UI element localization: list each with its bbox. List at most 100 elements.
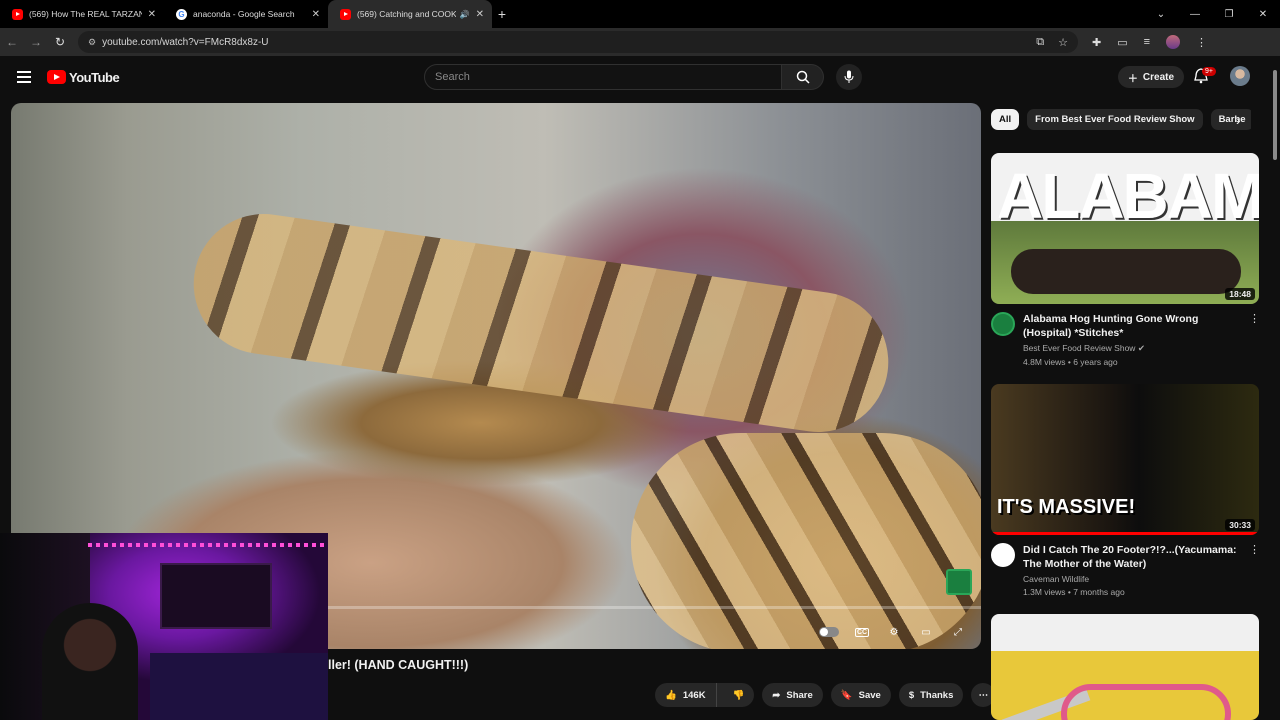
google-favicon-icon: G	[176, 8, 187, 20]
thumbs-up-icon: 👍	[665, 689, 677, 701]
thumbnail-text: ALABAMA	[997, 160, 1259, 232]
profile-avatar-icon[interactable]	[1166, 35, 1181, 49]
close-tab-icon[interactable]: ✕	[312, 9, 320, 20]
channel-avatar[interactable]	[991, 543, 1015, 567]
share-label: Share	[786, 689, 813, 701]
related-filter-chips: All From Best Ever Food Review Show Barb…	[991, 109, 1251, 130]
theater-mode-icon[interactable]: ▭	[917, 625, 935, 639]
chip-from-channel[interactable]: From Best Ever Food Review Show	[1027, 109, 1203, 130]
bookmark-star-icon[interactable]: ☆	[1058, 36, 1068, 49]
scrollbar-thumb[interactable]	[1273, 70, 1277, 160]
browser-menu-icon[interactable]: ⋮	[1196, 36, 1207, 49]
restore-icon[interactable]: ❐	[1212, 9, 1246, 20]
channel-name[interactable]: Best Ever Food Review Show ✔	[1023, 343, 1249, 354]
browser-tab-1[interactable]: (569) How The REAL TARZAN N ✕	[0, 0, 164, 28]
window-controls: ⌄ — ❐ ✕	[1144, 0, 1280, 28]
thumbnail-text: IT'S MASSIVE!	[997, 496, 1136, 518]
verified-check-icon: ✔	[1137, 343, 1145, 353]
menu-icon[interactable]	[17, 71, 31, 83]
notification-badge: 9+	[1202, 67, 1216, 76]
minimize-icon[interactable]: —	[1178, 9, 1212, 20]
video-stats: 4.8M views • 6 years ago	[1023, 357, 1118, 367]
dislike-button[interactable]: 👎	[723, 690, 755, 701]
close-tab-icon[interactable]: ✕	[148, 9, 156, 20]
search-icon	[796, 70, 810, 84]
cast-icon[interactable]: ▭	[1117, 36, 1127, 49]
tab-title: (569) Catching and COOKIN	[357, 9, 456, 19]
url-bar[interactable]: ⚙ youtube.com/watch?v=FMcR8dx8z-U ⧉ ☆	[78, 31, 1078, 53]
forward-icon[interactable]: →	[24, 35, 48, 49]
chip-barbecue[interactable]: Barbe	[1210, 109, 1251, 130]
bookmark-icon: 🔖	[840, 689, 853, 701]
thanks-label: Thanks	[920, 689, 954, 701]
logo-text: YouTube	[69, 69, 120, 85]
video-title: ller! (HAND CAUGHT!!!)	[328, 658, 469, 672]
webcam-wall-frame	[160, 563, 272, 629]
chip-all[interactable]: All	[991, 109, 1020, 130]
channel-watermark-icon[interactable]	[946, 569, 972, 595]
channel-name[interactable]: Caveman Wildlife	[1023, 574, 1249, 584]
site-info-icon[interactable]: ⚙	[88, 37, 96, 48]
browser-tabbar: (569) How The REAL TARZAN N ✕ G anaconda…	[0, 0, 1280, 28]
share-button[interactable]: ➦ Share	[762, 683, 823, 707]
page-scrollbar[interactable]	[1270, 60, 1280, 720]
save-label: Save	[858, 689, 881, 701]
share-arrow-icon: ➦	[772, 689, 781, 701]
search-button[interactable]	[782, 64, 824, 90]
recommendation-item[interactable]	[991, 614, 1259, 720]
close-window-icon[interactable]: ✕	[1246, 9, 1280, 20]
settings-gear-icon[interactable]: ⚙	[885, 625, 903, 639]
more-vertical-icon[interactable]: ⋮	[1249, 543, 1260, 597]
video-frame-snake-coil	[631, 433, 981, 649]
close-tab-icon[interactable]: ✕	[476, 9, 484, 20]
channel-avatar[interactable]	[991, 312, 1015, 336]
recommendation-item[interactable]: ALABAMA 18:48 Alabama Hog Hunting Gone W…	[991, 153, 1260, 367]
video-thumbnail[interactable]	[991, 614, 1259, 720]
webcam-overlay	[0, 533, 328, 720]
search-input[interactable]: Search	[424, 64, 782, 90]
url-text: youtube.com/watch?v=FMcR8dx8z-U	[102, 36, 269, 48]
video-frame-snake	[184, 204, 898, 442]
speaker-icon[interactable]: 🔊	[460, 10, 470, 19]
like-count: 146K	[682, 689, 706, 701]
like-button[interactable]: 👍 146K	[655, 683, 717, 707]
create-label: Create	[1142, 71, 1175, 83]
youtube-favicon-icon	[12, 8, 23, 20]
thumbnail-hog	[1011, 249, 1241, 294]
browser-tab-2[interactable]: G anaconda - Google Search ✕	[164, 0, 328, 28]
recommendation-item[interactable]: IT'S MASSIVE! 30:33 Did I Catch The 20 F…	[991, 384, 1260, 597]
tab-search-icon[interactable]: ⌄	[1144, 9, 1178, 20]
save-button[interactable]: 🔖 Save	[830, 683, 891, 707]
media-control-icon[interactable]: ≡	[1144, 36, 1150, 48]
new-tab-button[interactable]: +	[492, 6, 512, 22]
subtitles-icon[interactable]: CC	[854, 627, 870, 637]
voice-search-button[interactable]	[836, 64, 862, 90]
video-stats: 1.3M views • 7 months ago	[1023, 587, 1125, 597]
video-thumbnail[interactable]: IT'S MASSIVE! 30:33	[991, 384, 1259, 535]
reload-icon[interactable]: ↻	[48, 35, 72, 49]
search-bar: Search	[424, 64, 862, 90]
chevron-right-icon[interactable]: ›	[1236, 112, 1241, 128]
thanks-button[interactable]: $ Thanks	[898, 683, 964, 707]
video-actions: 👍 146K 👎 ➦ Share 🔖 Save $ Thanks ⋯	[655, 683, 996, 707]
browser-tab-3-active[interactable]: (569) Catching and COOKIN 🔊 ✕	[328, 0, 492, 28]
youtube-favicon-icon	[340, 8, 351, 20]
back-icon[interactable]: ←	[0, 35, 24, 49]
youtube-logo[interactable]: YouTube	[47, 69, 120, 85]
create-button[interactable]: ＋ Create	[1118, 66, 1184, 88]
account-avatar[interactable]	[1230, 66, 1250, 86]
extensions-area: ✚ ▭ ≡ ⋮	[1092, 35, 1207, 49]
fullscreen-icon[interactable]: ⤢	[949, 625, 967, 639]
thumbnail-worm	[1061, 684, 1231, 720]
webcam-led-strip	[88, 543, 328, 547]
more-vertical-icon[interactable]: ⋮	[1249, 312, 1260, 367]
video-thumbnail[interactable]: ALABAMA 18:48	[991, 153, 1259, 304]
player-controls: CC ⚙ ▭ ⤢	[819, 625, 967, 639]
extensions-icon[interactable]: ✚	[1092, 36, 1101, 49]
watched-progress-bar	[991, 532, 1259, 535]
install-app-icon[interactable]: ⧉	[1036, 36, 1044, 49]
autoplay-toggle[interactable]	[819, 627, 839, 637]
duration-badge: 30:33	[1225, 519, 1255, 531]
youtube-play-icon	[47, 70, 66, 84]
recommendation-title: Did I Catch The 20 Footer?!?...(Yacumama…	[1023, 544, 1237, 570]
